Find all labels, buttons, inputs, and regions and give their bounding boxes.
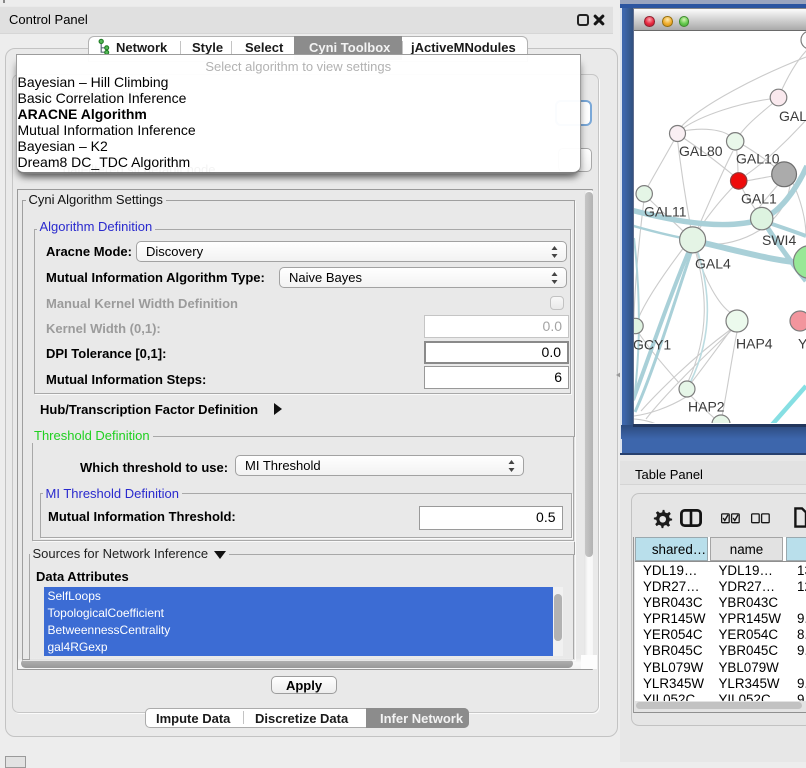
svg-text:YJ: YJ [798,336,806,352]
svg-text:SWI4: SWI4 [762,232,796,248]
svg-text:HAP4: HAP4 [736,336,773,352]
svg-text:GAL11: GAL11 [644,204,687,220]
svg-text:GAL10: GAL10 [736,151,780,167]
svg-text:HAP2: HAP2 [688,399,725,415]
svg-text:GAL4: GAL4 [695,256,731,272]
svg-text:GAL1: GAL1 [741,191,777,207]
svg-text:GAL80: GAL80 [679,143,723,159]
svg-text:GCY1: GCY1 [634,337,671,353]
svg-text:GAL7: GAL7 [779,108,806,124]
